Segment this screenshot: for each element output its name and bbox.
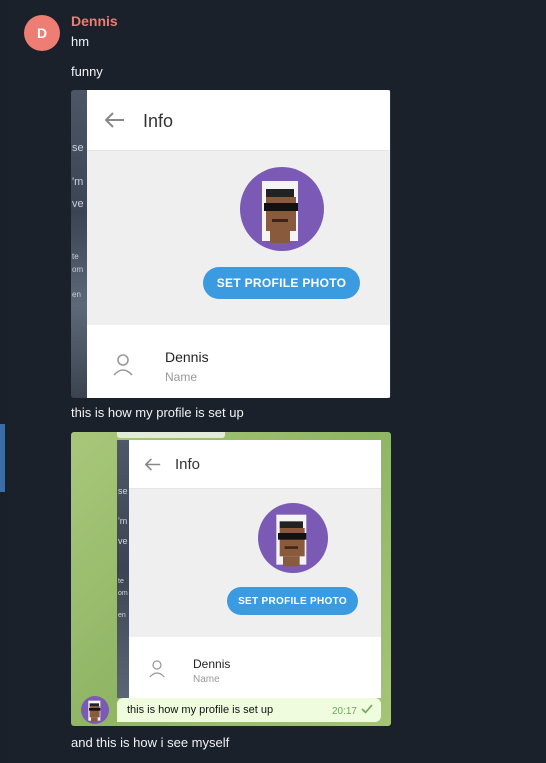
message-text: hm: [71, 34, 90, 49]
person-icon: [149, 660, 165, 678]
info-header: Info: [87, 90, 390, 151]
profile-name-label: Name: [193, 674, 220, 685]
person-icon: [113, 354, 133, 376]
background-app-strip: se 'm ve te om en: [71, 90, 87, 398]
pixel-face-icon: [88, 700, 101, 722]
sender-initial: D: [36, 25, 48, 41]
bg-fragment: se: [118, 486, 128, 496]
checkmark-icon: [361, 704, 373, 714]
message-caption: this is how my profile is set up: [71, 405, 244, 420]
screenshot-image-2[interactable]: se 'm ve te om en Info SET PROFILE PHOTO…: [71, 432, 391, 726]
chat-avatar: [81, 696, 109, 724]
active-chat-indicator: [0, 424, 5, 492]
bg-fragment: en: [72, 290, 81, 299]
bg-fragment: se: [72, 142, 84, 154]
set-profile-photo-button[interactable]: SET PROFILE PHOTO: [227, 587, 358, 615]
back-arrow-icon[interactable]: [145, 458, 161, 471]
info-header: Info: [129, 440, 381, 489]
info-title: Info: [175, 456, 201, 473]
bg-fragment: ve: [118, 536, 128, 546]
bg-fragment: te: [72, 252, 79, 261]
info-panel: Info SET PROFILE PHOTO Dennis Name: [129, 440, 381, 698]
bg-fragment: 'm: [118, 516, 128, 526]
sender-avatar[interactable]: D: [24, 15, 60, 51]
background-app-strip: se 'm ve te om en: [117, 440, 129, 698]
profile-photo-area: SET PROFILE PHOTO: [129, 489, 381, 637]
bubble-text: this is how my profile is set up: [127, 704, 274, 716]
pixel-face-icon: [262, 181, 298, 243]
info-panel: Info SET PROFILE PHOTO Dennis Name: [87, 90, 390, 398]
tooltip-edge: [117, 432, 225, 438]
profile-photo-area: SET PROFILE PHOTO: [87, 151, 390, 325]
profile-photo: [258, 503, 328, 573]
screenshot-image-1[interactable]: se 'm ve te om en Info SET PROFILE PHOTO…: [71, 90, 391, 398]
pixel-face-icon: [276, 514, 307, 567]
bg-fragment: en: [118, 612, 126, 619]
profile-name-value: Dennis: [193, 657, 231, 671]
message-text: funny: [71, 64, 103, 79]
profile-name-label: Name: [165, 370, 198, 384]
bg-fragment: 'm: [72, 176, 84, 188]
sender-name[interactable]: Dennis: [71, 13, 118, 29]
set-profile-photo-button[interactable]: SET PROFILE PHOTO: [203, 267, 360, 299]
bg-fragment: om: [118, 590, 128, 597]
profile-name-value: Dennis: [165, 349, 209, 365]
bubble-time: 20:17: [331, 706, 357, 717]
message-bubble: this is how my profile is set up 20:17: [117, 698, 381, 722]
message-caption: and this is how i see myself: [71, 735, 230, 750]
bg-fragment: ve: [72, 198, 84, 210]
profile-photo: [240, 167, 324, 251]
info-title: Info: [143, 111, 174, 131]
bg-fragment: om: [72, 265, 84, 274]
bg-fragment: te: [118, 578, 124, 585]
left-rail: [0, 0, 7, 763]
back-arrow-icon[interactable]: [105, 112, 125, 128]
